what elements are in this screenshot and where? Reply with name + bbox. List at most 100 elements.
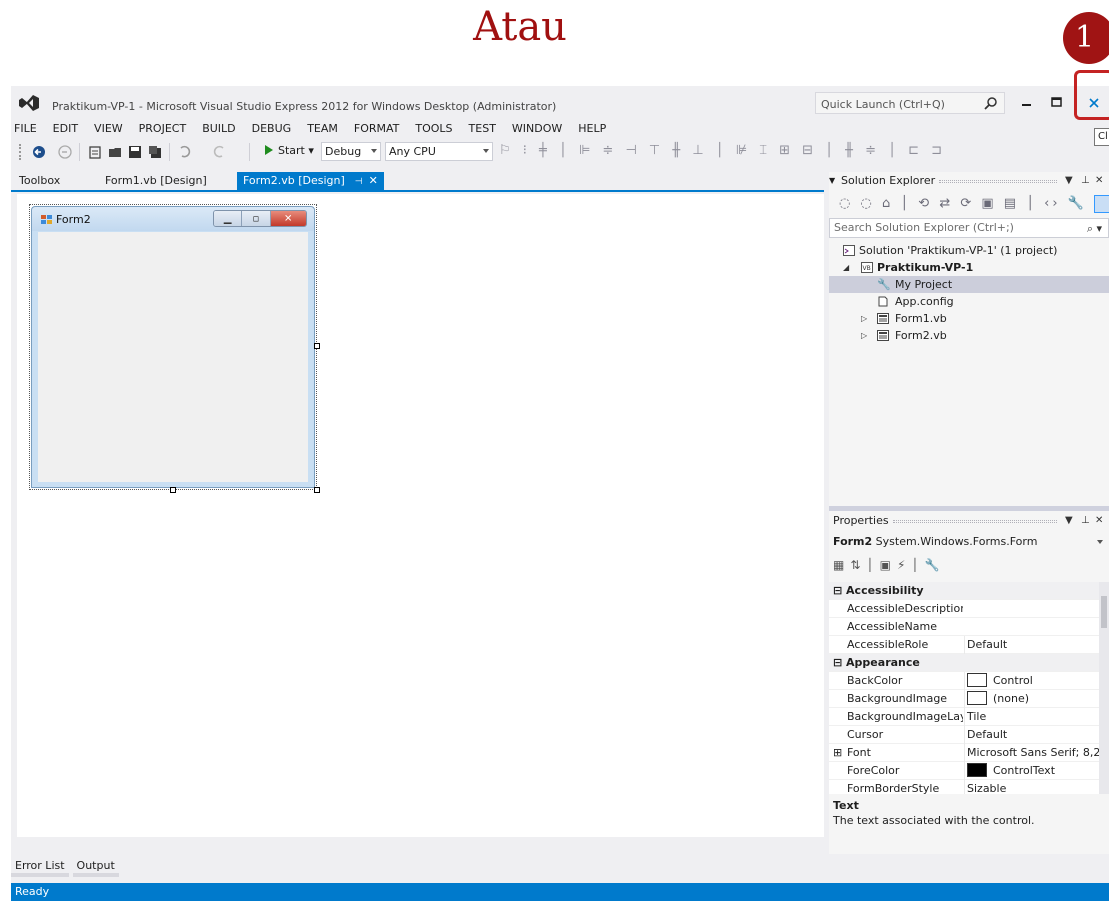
navigate-forward-icon[interactable]	[57, 144, 73, 160]
scrollbar-thumb[interactable]	[1101, 596, 1107, 628]
quick-launch-input[interactable]: Quick Launch (Ctrl+Q)	[815, 92, 1005, 114]
form-client-area[interactable]	[38, 232, 308, 482]
resize-handle-right[interactable]	[314, 343, 320, 349]
categorized-icon[interactable]: ▦	[833, 558, 850, 572]
menu-edit[interactable]: EDIT	[45, 120, 86, 138]
close-tab-icon[interactable]: ✕	[369, 174, 378, 187]
standard-toolbar: Start ▾ Debug Any CPU ⚐ ⁝ ╪ │ ⊫ ≑ ⊣ ⊤ ╫ …	[11, 140, 1109, 164]
panel-options-icon[interactable]: ▼	[1065, 512, 1073, 530]
menu-build[interactable]: BUILD	[194, 120, 243, 138]
property-description: Text The text associated with the contro…	[829, 798, 1109, 827]
menu-window[interactable]: WINDOW	[504, 120, 570, 138]
property-row[interactable]: AccessibleRole Default	[829, 636, 1099, 654]
solution-platform-select[interactable]: Any CPU	[385, 142, 493, 161]
alphabetical-icon[interactable]: ⇅	[850, 558, 866, 572]
solution-configuration-select[interactable]: Debug	[321, 142, 381, 161]
save-icon[interactable]	[127, 144, 143, 160]
property-row[interactable]: AccessibleName	[829, 618, 1099, 636]
quick-launch-placeholder: Quick Launch (Ctrl+Q)	[821, 98, 945, 111]
panel-options-icon[interactable]: ▼	[1065, 172, 1073, 190]
tooltip-text: Cl	[1098, 131, 1108, 142]
object-selector[interactable]: Form2 System.Windows.Forms.Form	[829, 532, 1109, 551]
menu-view[interactable]: VIEW	[86, 120, 131, 138]
close-icon[interactable]: ✕	[1095, 172, 1103, 190]
property-row[interactable]: ForeColor ControlText	[829, 762, 1099, 780]
menu-debug[interactable]: DEBUG	[244, 120, 300, 138]
expand-icon[interactable]: ⊞	[833, 744, 842, 762]
property-row[interactable]: FormBorderStyle Sizable	[829, 780, 1099, 794]
expand-icon[interactable]: ▷	[861, 310, 867, 327]
property-value[interactable]: ControlText	[964, 762, 1099, 780]
redo-icon[interactable]	[211, 144, 227, 160]
tab-form2-design[interactable]: Form2.vb [Design] ⊣ ✕	[237, 172, 384, 190]
close-icon[interactable]: ✕	[1095, 512, 1103, 530]
property-row[interactable]: AccessibleDescription	[829, 600, 1099, 618]
properties-icon[interactable]: ▣	[880, 558, 897, 572]
property-value[interactable]: Default	[964, 636, 1099, 654]
tree-item-form2[interactable]: ▷ Form2.vb	[829, 327, 1109, 344]
tree-item-solution[interactable]: Solution 'Praktikum-VP-1' (1 project)	[829, 242, 1109, 259]
open-file-icon[interactable]	[107, 144, 123, 160]
solution-explorer-toolbar[interactable]: ◌ ◌ ⌂ │ ⟲ ⇄ ⟳ ▣ ▤ │ ‹› 🔧	[829, 192, 1109, 216]
pin-icon[interactable]: ⊣	[355, 177, 363, 187]
property-row[interactable]: ⊞ Font Microsoft Sans Serif; 8,25pt	[829, 744, 1099, 762]
property-row[interactable]: BackColor Control	[829, 672, 1099, 690]
tree-item-label: Form2.vb	[895, 329, 947, 342]
panel-splitter[interactable]	[829, 506, 1109, 511]
property-value[interactable]: Sizable	[964, 780, 1099, 794]
property-value[interactable]: Default	[964, 726, 1099, 744]
property-value[interactable]: Microsoft Sans Serif; 8,25pt	[964, 744, 1099, 762]
property-value[interactable]: Control	[964, 672, 1099, 690]
property-row[interactable]: BackgroundImage (none)	[829, 690, 1099, 708]
form-title: Form2	[56, 213, 91, 226]
category-appearance[interactable]: ⊟ Appearance	[829, 654, 1099, 672]
tab-output[interactable]: Output	[72, 857, 119, 877]
menu-tools[interactable]: TOOLS	[407, 120, 460, 138]
tree-item-app-config[interactable]: App.config	[829, 293, 1109, 310]
layout-toolbar-icons[interactable]: ⚐ ⁝ ╪ │ ⊫ ≑ ⊣ ⊤ ╫ ⊥ │ ⊯ ⌶ ⊞ ⊟ │ ╫ ≑ │ ⊏ …	[499, 143, 946, 161]
property-name: BackColor	[847, 674, 903, 687]
form2-window[interactable]: Form2 ▁ ▫ ✕	[31, 206, 315, 488]
menu-test[interactable]: TEST	[461, 120, 504, 138]
expand-icon[interactable]: ▷	[861, 327, 867, 344]
tree-item-project[interactable]: ◢ VB Praktikum-VP-1	[829, 259, 1109, 276]
form-designer-surface[interactable]: Form2 ▁ ▫ ✕	[11, 194, 824, 837]
menu-team[interactable]: TEAM	[299, 120, 346, 138]
toolbar-separator	[79, 143, 80, 161]
pin-icon[interactable]: ⊥	[1081, 172, 1090, 190]
menu-file[interactable]: FILE	[11, 120, 45, 138]
resize-handle-corner[interactable]	[314, 487, 320, 493]
tree-item-my-project[interactable]: 🔧 My Project	[829, 276, 1109, 293]
solution-search-input[interactable]: Search Solution Explorer (Ctrl+;) ⌕ ▾	[829, 218, 1109, 238]
new-project-icon[interactable]	[87, 144, 103, 160]
menu-project[interactable]: PROJECT	[131, 120, 195, 138]
toolbar-grip[interactable]	[19, 144, 23, 160]
minimize-button[interactable]	[1016, 92, 1038, 114]
menu-format[interactable]: FORMAT	[346, 120, 408, 138]
menu-help[interactable]: HELP	[570, 120, 614, 138]
properties-toolbar[interactable]: ▦⇅│▣⚡│🔧	[833, 554, 946, 576]
property-value-text: ControlText	[993, 764, 1056, 777]
tab-toolbox[interactable]: Toolbox	[13, 172, 66, 190]
category-accessibility[interactable]: ⊟ Accessibility	[829, 582, 1099, 600]
events-icon[interactable]: ⚡	[897, 558, 911, 572]
tab-error-list[interactable]: Error List	[11, 857, 69, 877]
property-value[interactable]: Tile	[964, 708, 1099, 726]
collapse-icon[interactable]: ◢	[843, 259, 849, 276]
preview-selected-items-icon[interactable]	[1094, 194, 1109, 213]
undo-icon[interactable]	[177, 144, 193, 160]
resize-handle-bottom[interactable]	[170, 487, 176, 493]
property-row[interactable]: BackgroundImageLayoutTile	[829, 708, 1099, 726]
property-row[interactable]: Cursor Default	[829, 726, 1099, 744]
save-all-icon[interactable]	[147, 144, 163, 160]
chevron-down-icon[interactable]: ▼	[829, 172, 835, 190]
tree-item-form1[interactable]: ▷ Form1.vb	[829, 310, 1109, 327]
property-grid-scrollbar[interactable]	[1099, 582, 1109, 794]
property-pages-icon[interactable]: 🔧	[925, 558, 946, 572]
property-value[interactable]: (none)	[964, 690, 1099, 708]
start-debugging-button[interactable]: Start ▾	[265, 144, 314, 157]
navigate-back-icon[interactable]	[31, 144, 47, 160]
tab-form1-design[interactable]: Form1.vb [Design]	[99, 172, 213, 190]
pin-icon[interactable]: ⊥	[1081, 512, 1090, 530]
maximize-button[interactable]	[1046, 92, 1068, 114]
